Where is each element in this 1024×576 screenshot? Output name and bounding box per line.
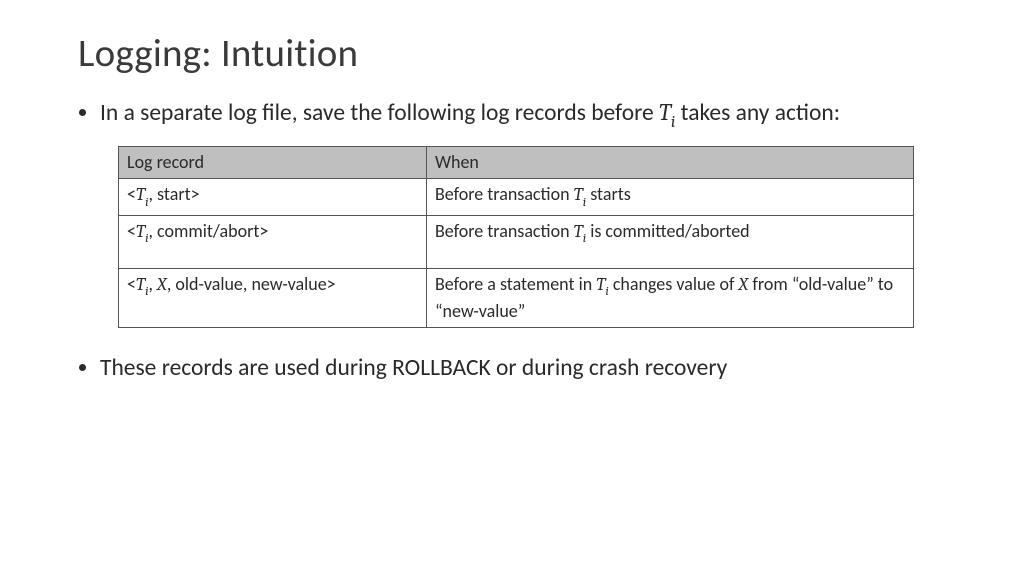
- bullet-2: These records are used during ROLLBACK o…: [100, 354, 946, 383]
- cell-r2c2: Before transaction Ti is committed/abort…: [427, 216, 914, 269]
- cell-r2c1: <Ti, commit/abort>: [119, 216, 427, 269]
- col-header-when: When: [427, 147, 914, 179]
- table-header-row: Log record When: [119, 147, 914, 179]
- bullet-1: In a separate log file, save the followi…: [100, 99, 946, 132]
- cell-r1c2: Before transaction Ti starts: [427, 179, 914, 216]
- body-list: In a separate log file, save the followi…: [78, 99, 946, 132]
- bullet-1-text-a: In a separate log file, save the followi…: [100, 99, 659, 127]
- table-row: <Ti, start> Before transaction Ti starts: [119, 179, 914, 216]
- cell-r3c2: Before a statement in Ti changes value o…: [427, 269, 914, 328]
- cell-r3c1: <Ti, X, old-value, new-value>: [119, 269, 427, 328]
- log-table: Log record When <Ti, start> Before trans…: [118, 146, 914, 328]
- table-row: <Ti, commit/abort> Before transaction Ti…: [119, 216, 914, 269]
- slide: Logging: Intuition In a separate log fil…: [0, 0, 1024, 576]
- body-list-2: These records are used during ROLLBACK o…: [78, 354, 946, 383]
- bullet-1-text-b: takes any action:: [675, 99, 840, 127]
- col-header-log-record: Log record: [119, 147, 427, 179]
- table-row: <Ti, X, old-value, new-value> Before a s…: [119, 269, 914, 328]
- slide-title: Logging: Intuition: [78, 30, 946, 77]
- ti-var: Ti: [659, 99, 675, 126]
- cell-r1c1: <Ti, start>: [119, 179, 427, 216]
